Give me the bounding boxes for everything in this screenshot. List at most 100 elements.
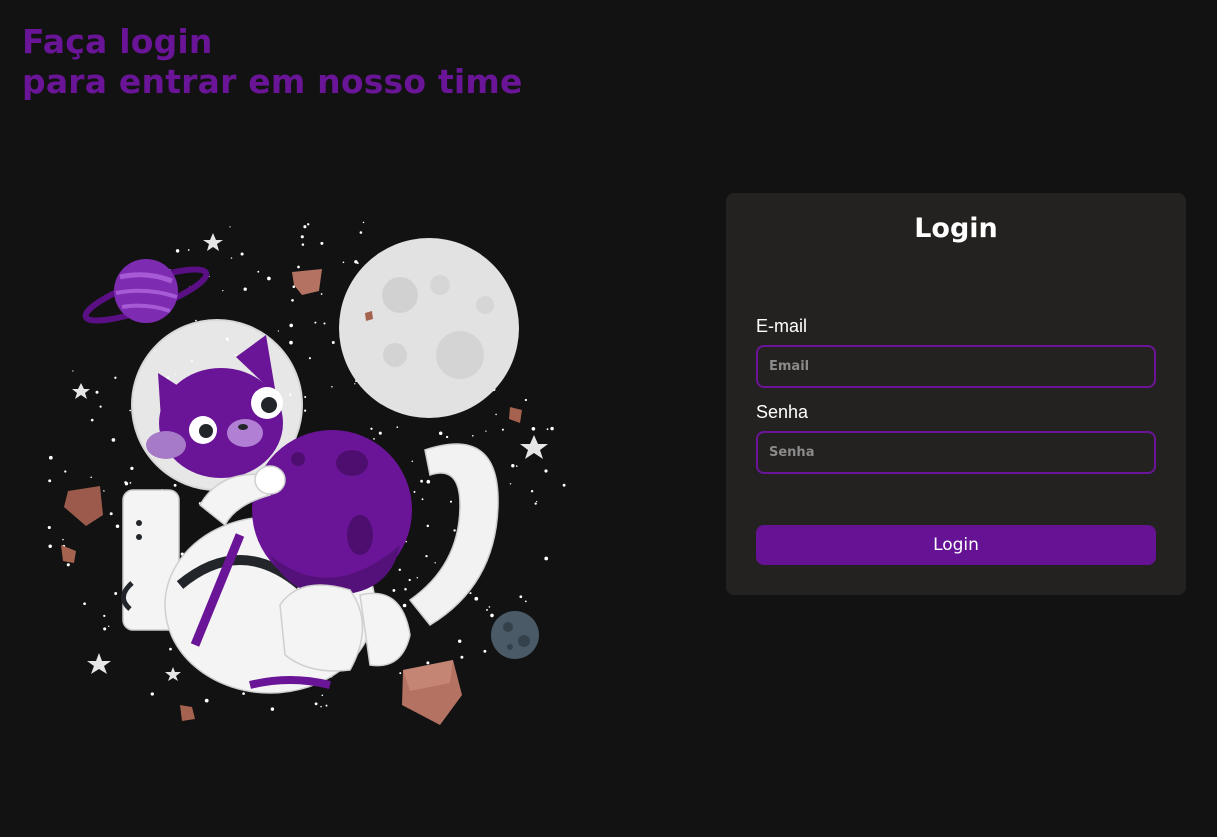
star-dot bbox=[64, 470, 67, 473]
star-dot bbox=[124, 481, 127, 484]
star-dot bbox=[129, 482, 132, 484]
star-dot bbox=[243, 287, 247, 291]
star-dot bbox=[408, 578, 411, 582]
star-dot bbox=[289, 340, 293, 345]
star-dot bbox=[230, 257, 233, 259]
star-dot bbox=[483, 649, 487, 653]
star-dot bbox=[544, 556, 549, 561]
star-dot bbox=[109, 512, 113, 516]
star-dot bbox=[320, 293, 323, 295]
star-dot bbox=[342, 261, 345, 264]
star-dot bbox=[308, 357, 311, 360]
star-dot bbox=[229, 226, 231, 228]
star-dot bbox=[396, 426, 399, 428]
star-dot bbox=[509, 483, 512, 485]
star-dot bbox=[270, 707, 275, 711]
star-dot bbox=[457, 639, 462, 643]
hero-line-2: para entrar em nosso time bbox=[22, 62, 523, 101]
star-dot bbox=[501, 428, 504, 431]
star-dot bbox=[426, 661, 430, 665]
star-dot bbox=[460, 655, 464, 659]
star-dot bbox=[373, 438, 375, 440]
star-dot bbox=[530, 490, 534, 493]
star-dot bbox=[111, 438, 116, 442]
star-dot bbox=[486, 608, 488, 611]
star-dot bbox=[114, 376, 117, 379]
star-dot bbox=[531, 426, 536, 431]
password-field[interactable] bbox=[756, 431, 1156, 474]
star-dot bbox=[301, 243, 305, 246]
star-dot bbox=[392, 588, 396, 592]
star-dot bbox=[320, 705, 322, 708]
star-dot bbox=[550, 426, 554, 431]
star-dot bbox=[99, 405, 102, 408]
star-dot bbox=[48, 455, 53, 460]
star-dot bbox=[62, 538, 64, 541]
star-dot bbox=[303, 225, 307, 229]
star-dot bbox=[519, 595, 523, 599]
small-planet bbox=[491, 611, 539, 659]
star-dot bbox=[47, 525, 51, 530]
star-dot bbox=[331, 385, 333, 388]
star-dot bbox=[445, 435, 449, 439]
star-dot bbox=[90, 476, 92, 479]
star-dot bbox=[399, 672, 402, 675]
astronaut-cat-illustration bbox=[47, 221, 566, 725]
star-dot bbox=[291, 298, 294, 302]
star-dot bbox=[289, 323, 294, 328]
star-dot bbox=[314, 702, 318, 706]
star-dot bbox=[72, 370, 74, 372]
star-dot bbox=[546, 428, 549, 431]
star-dot bbox=[300, 235, 304, 239]
star-dot bbox=[257, 270, 260, 273]
star-dot bbox=[485, 430, 487, 432]
star-dot bbox=[150, 692, 154, 696]
star-dot bbox=[114, 592, 118, 595]
star-dot bbox=[420, 479, 424, 483]
star-dot bbox=[187, 249, 190, 251]
star-dot bbox=[115, 524, 120, 529]
login-card: Login E-mail Senha Login bbox=[726, 193, 1186, 595]
star-dot bbox=[398, 568, 402, 572]
star-dot bbox=[378, 431, 382, 435]
star-dot bbox=[267, 276, 271, 281]
star-dot bbox=[511, 464, 515, 468]
star-dot bbox=[488, 606, 491, 608]
star-dot bbox=[536, 500, 538, 503]
hero-line-1: Faça login bbox=[22, 22, 213, 61]
star-dot bbox=[544, 469, 548, 473]
login-button[interactable]: Login bbox=[756, 525, 1156, 565]
star-dot bbox=[169, 647, 172, 651]
login-title: Login bbox=[914, 213, 998, 244]
star-dot bbox=[562, 483, 566, 487]
star-dot bbox=[474, 596, 479, 601]
star-dot bbox=[175, 249, 180, 253]
star-dot bbox=[449, 500, 453, 503]
star-dot bbox=[434, 562, 436, 564]
star-dot bbox=[490, 613, 494, 618]
star-dot bbox=[304, 395, 307, 399]
star-dot bbox=[325, 704, 328, 707]
star-dot bbox=[314, 321, 317, 324]
star-dot bbox=[242, 692, 245, 695]
star-dot bbox=[321, 694, 324, 697]
star-dot bbox=[421, 498, 424, 501]
star-dot bbox=[240, 252, 244, 256]
star-dot bbox=[66, 563, 70, 567]
star-dot bbox=[426, 524, 430, 528]
star-dot bbox=[277, 330, 280, 332]
star-dot bbox=[471, 434, 474, 437]
star-dot bbox=[404, 587, 407, 591]
star-dot bbox=[524, 600, 527, 603]
star-dot bbox=[95, 390, 99, 394]
star-dot bbox=[402, 603, 407, 608]
email-field[interactable] bbox=[756, 345, 1156, 388]
star-dot bbox=[411, 460, 414, 463]
star-dot bbox=[426, 479, 431, 484]
star-dot bbox=[362, 221, 365, 224]
star-dot bbox=[495, 413, 497, 416]
star-dot bbox=[195, 319, 197, 322]
star-dot bbox=[370, 427, 373, 430]
moon bbox=[339, 238, 519, 418]
star-dot bbox=[331, 341, 335, 344]
